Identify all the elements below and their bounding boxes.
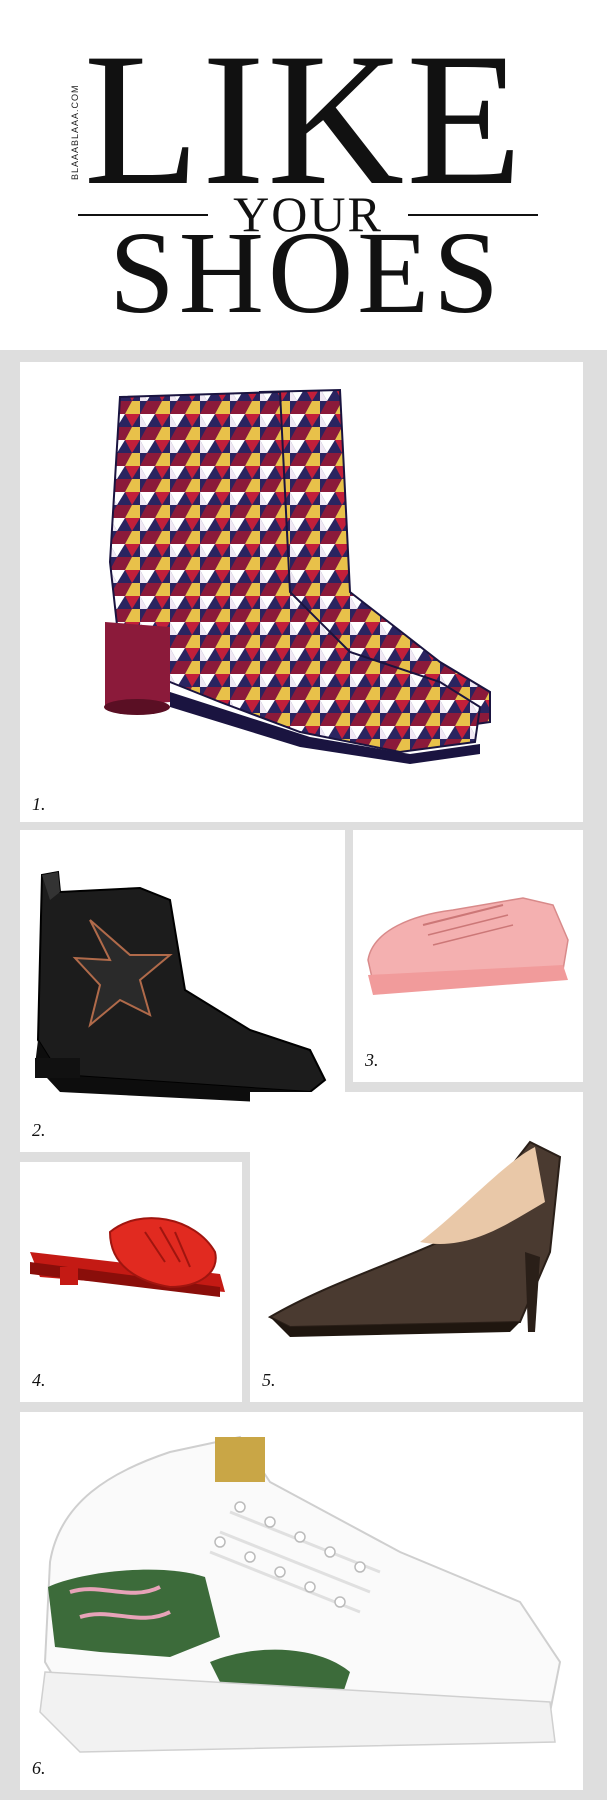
item-number-5: 5.: [262, 1370, 276, 1390]
shoe-card-3[interactable]: 3.: [353, 830, 583, 1082]
item-number-2: 2.: [32, 1120, 46, 1140]
shoe-card-5[interactable]: 5.: [250, 1092, 583, 1402]
shoe-collage: 1. 2. 3. 4. 5. 6.: [0, 350, 607, 1800]
title-shoes: SHOES: [109, 207, 503, 338]
brown-pointed-pump-image: [267, 1140, 562, 1337]
shoe-card-1[interactable]: 1.: [20, 362, 583, 822]
item-number-6: 6.: [32, 1758, 46, 1778]
item-number-1: 1.: [32, 794, 46, 814]
shoe-card-4[interactable]: 4.: [20, 1162, 242, 1402]
item-number-4: 4.: [32, 1370, 46, 1390]
item-number-3: 3.: [365, 1050, 379, 1070]
floral-white-sneaker-image: [39, 1435, 562, 1753]
title-like: LIKE: [83, 15, 525, 225]
title-header: BLAAABLAAA.COM LIKE YOUR SHOES: [0, 0, 607, 350]
pink-lace-up-sneaker-image: [367, 897, 569, 995]
geometric-print-ankle-boot-image: [104, 388, 491, 764]
shoe-card-6[interactable]: 6.: [20, 1412, 583, 1790]
red-knot-slide-sandal-image: [30, 1217, 225, 1297]
